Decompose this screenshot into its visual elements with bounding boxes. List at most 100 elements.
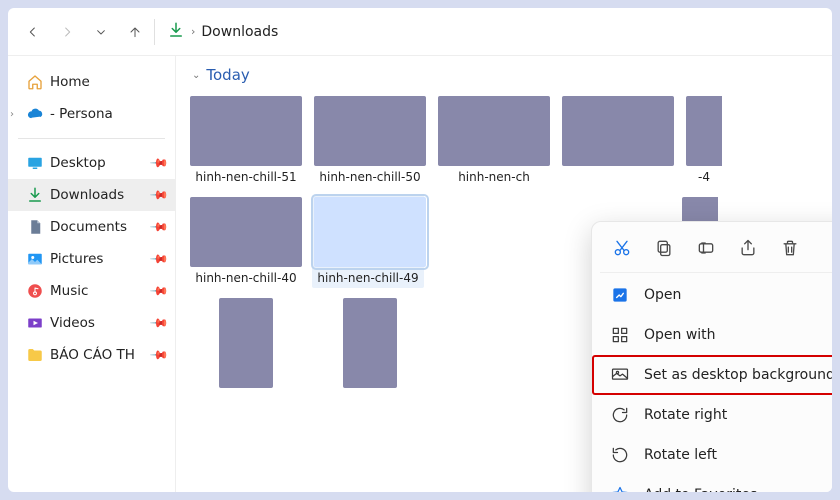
file-name: hinh-nen-chill-50 <box>314 170 426 185</box>
sidebar-item-label: Videos <box>50 315 95 331</box>
star-icon <box>610 485 630 492</box>
videos-icon <box>26 314 44 332</box>
copy-button[interactable] <box>652 236 676 260</box>
context-menu-quick-actions <box>592 230 832 270</box>
context-menu-label: Set as desktop background <box>644 367 832 383</box>
sidebar-item-documents[interactable]: Documents 📌 <box>8 211 175 243</box>
nav-separator <box>154 19 155 45</box>
thumbnail <box>314 197 426 267</box>
expand-chevron-icon[interactable]: › <box>10 109 14 120</box>
file-item[interactable]: hinh-nen-chill-50 <box>314 96 426 185</box>
sidebar-item-label: Music <box>50 283 88 299</box>
rotate-left-icon <box>610 445 630 465</box>
context-menu-add-favorites[interactable]: Add to Favorites <box>592 475 832 492</box>
file-name: hinh-nen-chill-49 <box>314 271 422 286</box>
delete-button[interactable] <box>778 236 802 260</box>
context-menu-rotate-left[interactable]: Rotate left <box>592 435 832 475</box>
thumbnail <box>686 96 722 166</box>
breadcrumb-location: Downloads <box>201 24 278 40</box>
context-menu-open[interactable]: Open Enter <box>592 275 832 315</box>
group-header[interactable]: ⌄ Today <box>192 66 818 84</box>
sidebar-item-home[interactable]: Home <box>8 66 175 98</box>
thumbnail <box>343 298 397 388</box>
up-button[interactable] <box>118 15 152 49</box>
nav-toolbar: › Downloads <box>8 8 832 56</box>
sidebar-item-label: Pictures <box>50 251 103 267</box>
file-name: hinh-nen-ch <box>438 170 550 185</box>
sidebar-item-label: Downloads <box>50 187 124 203</box>
collapse-chevron-icon[interactable]: ⌄ <box>192 70 200 81</box>
recent-dropdown[interactable] <box>84 15 118 49</box>
cut-button[interactable] <box>610 236 634 260</box>
pin-icon: 📌 <box>149 217 169 237</box>
sidebar-item-label: BÁO CÁO TH <box>50 347 135 363</box>
context-menu-label: Add to Favorites <box>644 487 757 492</box>
nav-sidebar: Home › - Persona Desktop 📌 <box>8 56 176 492</box>
rename-button[interactable] <box>694 236 718 260</box>
file-item-selected[interactable]: hinh-nen-chill-49 <box>312 195 424 288</box>
sidebar-item-downloads[interactable]: Downloads 📌 <box>8 179 175 211</box>
file-name: hinh-nen-chill-40 <box>190 271 302 286</box>
documents-icon <box>26 218 44 236</box>
thumbnail <box>438 96 550 166</box>
pictures-icon <box>26 250 44 268</box>
pin-icon: 📌 <box>149 153 169 173</box>
pin-icon: 📌 <box>149 249 169 269</box>
file-name: -4 <box>686 170 722 185</box>
cloud-icon <box>26 105 44 123</box>
file-explorer-window: › Downloads Home › - Persona <box>8 8 832 492</box>
rotate-right-icon <box>610 405 630 425</box>
back-button[interactable] <box>16 15 50 49</box>
sidebar-item-folder[interactable]: BÁO CÁO TH 📌 <box>8 339 175 371</box>
sidebar-item-label: - Persona <box>50 106 113 122</box>
thumbnail <box>314 96 426 166</box>
context-menu-label: Rotate left <box>644 447 717 463</box>
downloads-icon <box>26 186 44 204</box>
file-item[interactable] <box>314 298 426 388</box>
share-button[interactable] <box>736 236 760 260</box>
open-app-icon <box>610 285 630 305</box>
context-menu-label: Open <box>644 287 681 303</box>
pin-icon: 📌 <box>149 313 169 333</box>
pin-icon: 📌 <box>149 345 169 365</box>
desktop-icon <box>26 154 44 172</box>
sidebar-item-onedrive[interactable]: › - Persona <box>8 98 175 130</box>
thumbnail <box>562 96 674 166</box>
sidebar-item-videos[interactable]: Videos 📌 <box>8 307 175 339</box>
sidebar-divider <box>18 138 165 139</box>
sidebar-item-label: Documents <box>50 219 127 235</box>
context-menu-label: Rotate right <box>644 407 727 423</box>
open-with-icon <box>610 325 630 345</box>
file-item[interactable] <box>190 298 302 388</box>
downloads-icon <box>167 21 185 43</box>
thumbnail <box>190 197 302 267</box>
thumbnail <box>190 96 302 166</box>
breadcrumb-chevron-icon: › <box>191 25 195 38</box>
file-item[interactable]: -4 <box>686 96 722 185</box>
explorer-body: Home › - Persona Desktop 📌 <box>8 56 832 492</box>
content-pane[interactable]: ⌄ Today hinh-nen-chill-51 hinh-nen-chill… <box>176 56 832 492</box>
file-item[interactable]: hinh-nen-chill-51 <box>190 96 302 185</box>
file-name: hinh-nen-chill-51 <box>190 170 302 185</box>
thumbnail <box>219 298 273 388</box>
context-menu: Open Enter Open with › Set as desktop ba… <box>591 221 832 492</box>
context-menu-set-background[interactable]: Set as desktop background <box>592 355 832 395</box>
context-menu-label: Open with <box>644 327 716 343</box>
file-item[interactable]: hinh-nen-ch <box>438 96 550 185</box>
folder-icon <box>26 346 44 364</box>
sidebar-item-desktop[interactable]: Desktop 📌 <box>8 147 175 179</box>
sidebar-item-pictures[interactable]: Pictures 📌 <box>8 243 175 275</box>
sidebar-item-label: Home <box>50 74 90 90</box>
file-item[interactable] <box>562 96 674 185</box>
forward-button[interactable] <box>50 15 84 49</box>
file-item[interactable]: hinh-nen-chill-40 <box>190 197 302 286</box>
home-icon <box>26 73 44 91</box>
context-menu-open-with[interactable]: Open with › <box>592 315 832 355</box>
pin-icon: 📌 <box>149 281 169 301</box>
sidebar-item-music[interactable]: Music 📌 <box>8 275 175 307</box>
music-icon <box>26 282 44 300</box>
context-menu-rotate-right[interactable]: Rotate right <box>592 395 832 435</box>
desktop-background-icon <box>610 365 630 385</box>
address-bar[interactable]: › Downloads <box>161 21 278 43</box>
context-menu-separator <box>600 272 832 273</box>
